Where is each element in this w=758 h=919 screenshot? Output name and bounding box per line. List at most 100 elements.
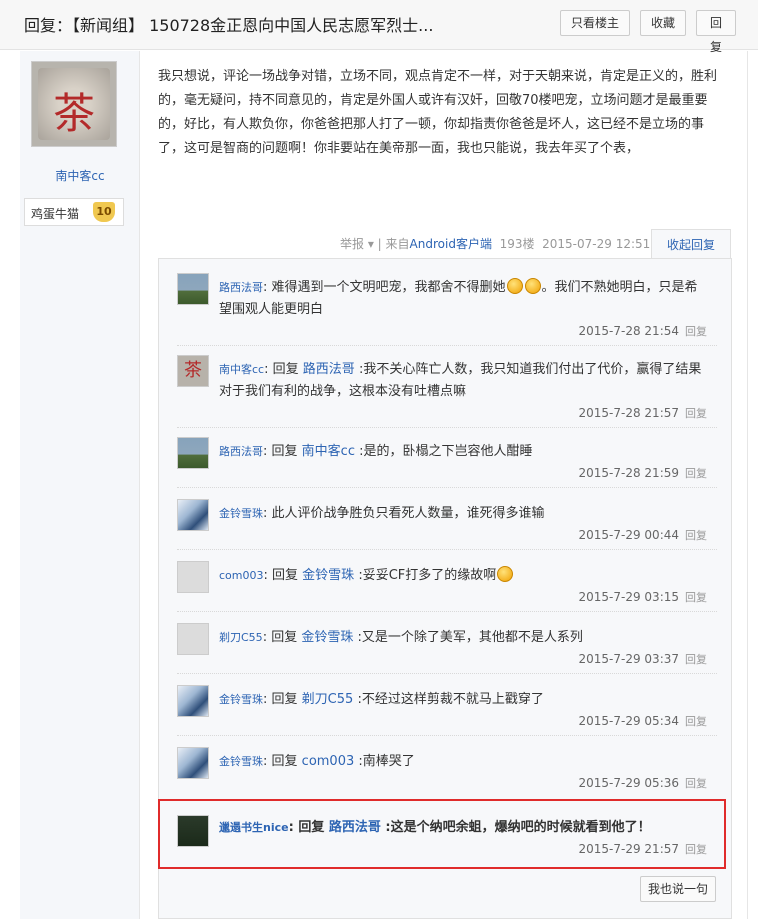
reply-username[interactable]: 金铃雪珠: [219, 693, 263, 706]
thread-header: 回复：【新闻组】 150728金正恩向中国人民志愿军烈士... 只看楼主 收藏 …: [0, 0, 758, 54]
thread-title: 回复：【新闻组】 150728金正恩向中国人民志愿军烈士...: [24, 16, 434, 35]
reply-message: :南棒哭了: [358, 754, 415, 769]
reply-time: 2015-7-29 03:15 回复: [579, 589, 708, 605]
reply-time: 2015-7-28 21:59 回复: [579, 465, 708, 481]
collapse-replies-button[interactable]: 收起回复: [651, 229, 731, 259]
member-badge[interactable]: 鸡蛋牛猫 10: [24, 198, 124, 226]
reply-timestamp: 2015-7-28 21:59: [578, 466, 680, 480]
reply-target[interactable]: 剃刀C55: [302, 692, 354, 707]
report-link[interactable]: 举报: [340, 237, 364, 251]
reply-timestamp: 2015-7-28 21:54: [578, 324, 680, 338]
reply-message: :又是一个除了美军，其他都不是人系列: [357, 630, 583, 645]
reply-to-button[interactable]: 回复: [685, 467, 707, 480]
smiley-emoji-icon: [506, 278, 523, 294]
reply-message: 此人评价战争胜负只看死人数量，谁死得多谁输: [271, 506, 545, 521]
source-link[interactable]: Android客户端: [410, 237, 492, 251]
reply-avatar[interactable]: [177, 499, 209, 531]
highlight-annotation: [158, 799, 726, 869]
post-time: 2015-07-29 12:51: [542, 237, 651, 251]
post-body: 我只想说，评论一场战争对错，立场不同，观点肯定不一样，对于天朝来说，肯定是正义的…: [140, 51, 748, 919]
reply-time: 2015-7-29 00:44 回复: [579, 527, 708, 543]
divider: [177, 735, 717, 736]
divider: [177, 673, 717, 674]
meta-separator: ▾ | 来自: [367, 237, 410, 251]
divider: [177, 549, 717, 550]
reply-text: 金铃雪珠: 回复 剃刀C55 :不经过这样剪裁不就马上戳穿了: [219, 692, 544, 707]
reply-to-button[interactable]: 回复: [685, 715, 707, 728]
reply-to-button[interactable]: 回复: [685, 591, 707, 604]
reply-timestamp: 2015-7-29 03:37: [578, 652, 680, 666]
reply-time: 2015-7-29 03:37 回复: [579, 651, 708, 667]
reply-message: 难得遇到一个文明吧宠，我都舍不得删她: [271, 280, 506, 295]
seal-character: 茶: [184, 360, 202, 381]
reply-word: 回复: [271, 754, 298, 769]
reply-message: :是的，卧榻之下岂容他人酣睡: [359, 444, 533, 459]
reply-timestamp: 2015-7-28 21:57: [578, 406, 680, 420]
only-op-button[interactable]: 只看楼主: [560, 10, 630, 36]
reply-username[interactable]: 路西法哥: [219, 281, 263, 294]
reply-avatar[interactable]: [177, 685, 209, 717]
reply-to-button[interactable]: 回复: [685, 529, 707, 542]
badge-text: 鸡蛋牛猫: [31, 207, 80, 221]
reply-word: 回复: [271, 630, 298, 645]
reply-timestamp: 2015-7-29 03:15: [578, 590, 680, 604]
reply-time: 2015-7-28 21:54 回复: [579, 323, 708, 339]
author-avatar[interactable]: 茶: [31, 61, 117, 147]
reply-username[interactable]: 剃刀C55: [219, 631, 263, 644]
reply-target[interactable]: 路西法哥: [303, 362, 355, 377]
post-content: 我只想说，评论一场战争对错，立场不同，观点肯定不一样，对于天朝来说，肯定是正义的…: [158, 69, 718, 156]
reply-time: 2015-7-29 05:34 回复: [579, 713, 708, 729]
say-something-button[interactable]: 我也说一句: [640, 876, 716, 902]
reply-avatar[interactable]: [177, 747, 209, 779]
reply-word: 回复: [272, 362, 299, 377]
divider: [177, 345, 717, 346]
author-name[interactable]: 南中客cc: [20, 167, 140, 184]
reply-avatar[interactable]: [177, 437, 209, 469]
post-floor: 茶 南中客cc 鸡蛋牛猫 10 我只想说，评论一场战争对错，立场不同，观点肯定不…: [0, 51, 758, 919]
reply-username[interactable]: 金铃雪珠: [219, 507, 263, 520]
reply-username[interactable]: com003: [219, 569, 264, 582]
reply-target[interactable]: com003: [302, 754, 355, 769]
reply-target[interactable]: 南中客cc: [302, 444, 355, 459]
reply-target[interactable]: 金铃雪珠: [301, 630, 353, 645]
reply-text: 剃刀C55: 回复 金铃雪珠 :又是一个除了美军，其他都不是人系列: [219, 630, 583, 645]
reply-username[interactable]: 南中客cc: [219, 363, 264, 376]
smiley-emoji-icon: [497, 566, 514, 582]
smiley-emoji-icon: [524, 278, 541, 294]
reply-text: 南中客cc: 回复 路西法哥 :我不关心阵亡人数，我只知道我们付出了代价，赢得了…: [219, 362, 702, 399]
reply-word: 回复: [272, 568, 299, 583]
reply-text: 路西法哥: 回复 南中客cc :是的，卧榻之下岂容他人酣睡: [219, 444, 533, 459]
reply-to-button[interactable]: 回复: [685, 777, 707, 790]
reply-word: 回复: [271, 444, 298, 459]
reply-text: 金铃雪珠: 回复 com003 :南棒哭了: [219, 754, 415, 769]
reply-message: :不经过这样剪裁不就马上戳穿了: [357, 692, 544, 707]
reply-time: 2015-7-28 21:57 回复: [579, 405, 708, 421]
favorite-button[interactable]: 收藏: [640, 10, 686, 36]
seal-character: 茶: [52, 89, 95, 138]
reply-timestamp: 2015-7-29 05:36: [578, 776, 680, 790]
reply-username[interactable]: 路西法哥: [219, 445, 263, 458]
reply-to-button[interactable]: 回复: [685, 407, 707, 420]
reply-timestamp: 2015-7-29 05:34: [578, 714, 680, 728]
reply-username[interactable]: 金铃雪珠: [219, 755, 263, 768]
default-avatar-icon[interactable]: [177, 561, 209, 593]
reply-target[interactable]: 金铃雪珠: [302, 568, 354, 583]
reply-time: 2015-7-29 05:36 回复: [579, 775, 708, 791]
post-meta: 举报 ▾ | 来自Android客户端 193楼 2015-07-29 12:5…: [340, 235, 650, 252]
reply-button[interactable]: 回复: [696, 10, 736, 54]
reply-to-button[interactable]: 回复: [685, 325, 707, 338]
seal-image: 茶: [38, 68, 110, 140]
reply-timestamp: 2015-7-29 00:44: [578, 528, 680, 542]
divider: [177, 427, 717, 428]
default-avatar-icon[interactable]: [177, 623, 209, 655]
reply-avatar[interactable]: [177, 273, 209, 305]
author-panel: 茶 南中客cc 鸡蛋牛猫 10: [20, 51, 140, 919]
reply-to-button[interactable]: 回复: [685, 653, 707, 666]
divider: [177, 487, 717, 488]
reply-avatar[interactable]: 茶: [177, 355, 209, 387]
reply-word: 回复: [271, 692, 298, 707]
level-icon: 10: [93, 202, 115, 222]
reply-text: 路西法哥: 难得遇到一个文明吧宠，我都舍不得删她 。我们不熟她明白，只是希望围观人…: [219, 278, 698, 317]
divider: [177, 611, 717, 612]
floor-number: 193楼: [499, 237, 535, 251]
